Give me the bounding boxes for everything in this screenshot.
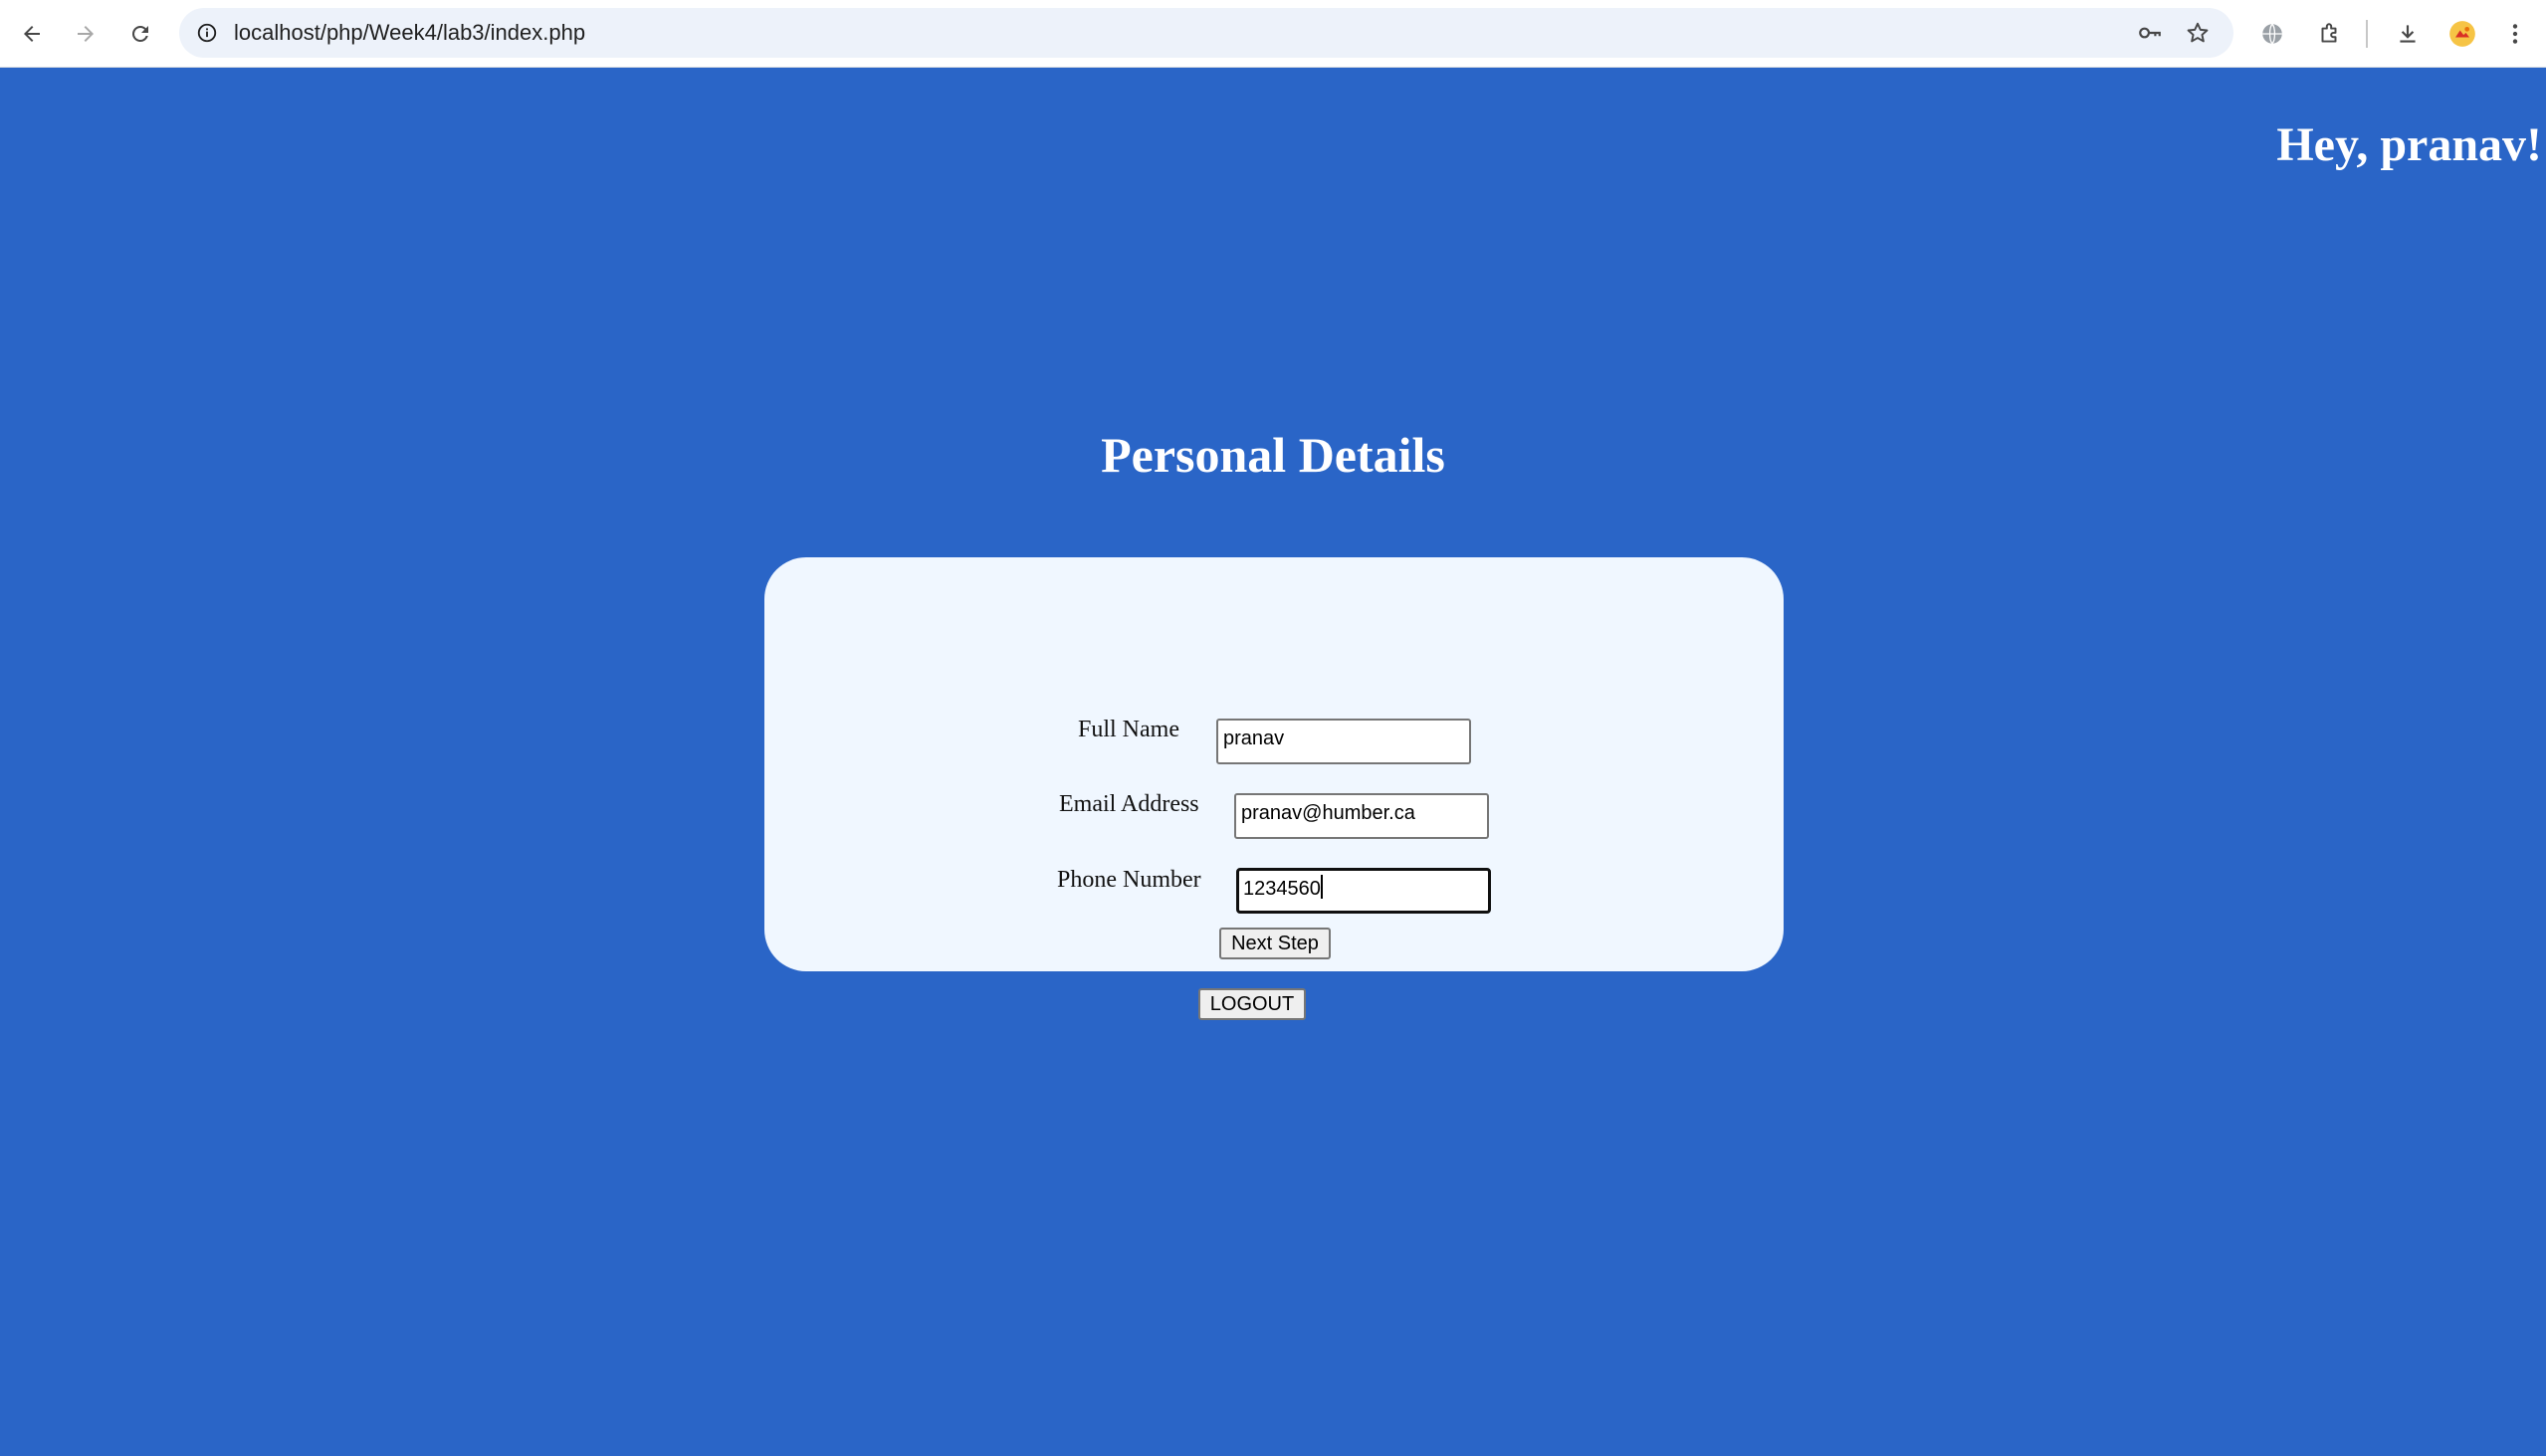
phone-input-value: 1234560 xyxy=(1243,878,1321,900)
personal-details-form: Full Name pranav Email Address pranav@hu… xyxy=(764,557,1784,971)
downloads-button[interactable] xyxy=(2388,14,2428,54)
text-caret xyxy=(1320,875,1323,899)
download-icon xyxy=(2400,25,2416,43)
profile-avatar-icon xyxy=(2449,21,2475,47)
star-icon xyxy=(2187,22,2209,43)
logout-button[interactable]: LOGOUT xyxy=(1198,988,1306,1020)
email-label: Email Address xyxy=(1059,791,1199,817)
password-manager-button[interactable] xyxy=(2134,17,2166,49)
kebab-menu-icon xyxy=(2512,24,2518,44)
back-arrow-icon xyxy=(24,26,40,42)
bookmark-button[interactable] xyxy=(2182,17,2214,49)
profile-button[interactable] xyxy=(2442,14,2482,54)
forward-arrow-icon xyxy=(78,26,94,42)
browser-menu-button[interactable] xyxy=(2495,14,2535,54)
full-name-label: Full Name xyxy=(1078,717,1179,742)
translate-button[interactable] xyxy=(2252,14,2292,54)
globe-icon xyxy=(2262,23,2282,45)
reload-button[interactable] xyxy=(120,14,160,54)
info-icon xyxy=(197,23,217,43)
site-info-button[interactable] xyxy=(191,17,223,49)
reload-icon xyxy=(132,25,148,42)
extensions-button[interactable] xyxy=(2309,14,2349,54)
url-text[interactable]: localhost/php/Week4/lab3/index.php xyxy=(234,8,585,58)
back-button[interactable] xyxy=(12,14,52,54)
browser-toolbar: localhost/php/Week4/lab3/index.php xyxy=(0,0,2546,68)
full-name-input[interactable]: pranav xyxy=(1216,719,1471,764)
next-step-button[interactable]: Next Step xyxy=(1219,928,1331,959)
greeting-heading: Hey, pranav! xyxy=(2276,118,2542,171)
page-body: Hey, pranav! Personal Details Full Name … xyxy=(0,68,2546,1456)
puzzle-icon xyxy=(2321,23,2337,43)
phone-input[interactable]: 1234560 xyxy=(1236,868,1491,914)
address-bar[interactable]: localhost/php/Week4/lab3/index.php xyxy=(179,8,2233,58)
forward-button[interactable] xyxy=(66,14,106,54)
toolbar-divider xyxy=(2366,20,2368,48)
email-input[interactable]: pranav@humber.ca xyxy=(1234,793,1489,839)
phone-label: Phone Number xyxy=(1057,867,1201,893)
key-icon xyxy=(2139,27,2161,39)
page-title: Personal Details xyxy=(1101,427,1445,483)
